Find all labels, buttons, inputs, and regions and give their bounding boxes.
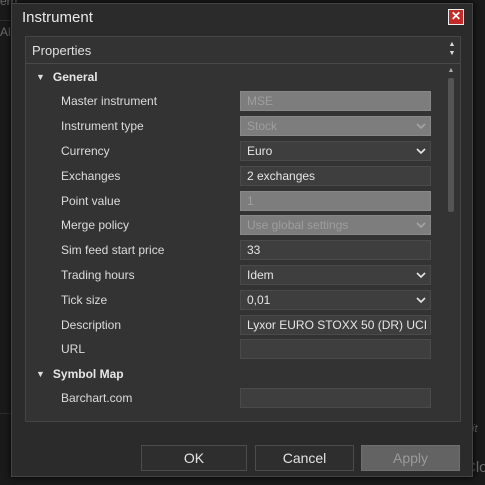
chevron-down-icon[interactable] xyxy=(416,291,426,309)
chevron-down-icon[interactable] xyxy=(416,266,426,284)
properties-header: Properties ▲ ▼ xyxy=(26,37,460,64)
url-field[interactable] xyxy=(240,339,431,360)
point-value-field: 1 xyxy=(240,190,431,211)
arrow-down-icon[interactable]: ▼ xyxy=(447,49,457,58)
dialog-titlebar[interactable]: Instrument ✕ xyxy=(12,4,472,30)
property-row-barchart-com: Barchart.com xyxy=(26,386,446,411)
property-row-exchanges: Exchanges 2 exchanges xyxy=(26,163,446,188)
property-label: Master instrument xyxy=(61,94,158,109)
scroll-up-icon[interactable]: ▲ xyxy=(446,67,456,77)
property-row-merge-policy: Merge policy Use global settings xyxy=(26,213,446,238)
property-value: MSE xyxy=(247,94,274,109)
property-value: Use global settings xyxy=(247,218,349,233)
sim-feed-start-price-field[interactable]: 33 xyxy=(240,240,431,261)
property-grid: ▼ General Master instrument MSE Instrument t… xyxy=(26,65,446,411)
ok-button[interactable]: OK xyxy=(141,445,247,471)
property-row-tick-size: Tick size 0,01 xyxy=(26,287,446,312)
property-row-url: URL xyxy=(26,337,446,362)
merge-policy-select: Use global settings xyxy=(240,215,431,236)
arrow-up-icon[interactable]: ▲ xyxy=(447,40,457,49)
property-value: Lyxor EURO STOXX 50 (DR) UCI xyxy=(247,317,428,332)
dialog-title: Instrument xyxy=(22,8,93,26)
description-field[interactable]: Lyxor EURO STOXX 50 (DR) UCI xyxy=(240,314,431,335)
property-value: 2 exchanges xyxy=(247,168,316,183)
chevron-down-icon xyxy=(416,117,426,135)
property-label: Exchanges xyxy=(61,168,121,183)
master-instrument-field: MSE xyxy=(240,91,431,112)
property-label: Barchart.com xyxy=(61,391,133,406)
instrument-dialog: Instrument ✕ Properties ▲ ▼ ▼ General Mast… xyxy=(11,3,473,477)
chevron-down-icon[interactable] xyxy=(416,142,426,160)
property-label: Description xyxy=(61,317,122,332)
property-row-trading-hours: Trading hours Idem xyxy=(26,263,446,288)
instrument-type-select: Stock xyxy=(240,116,431,137)
section-title: General xyxy=(52,70,98,84)
property-label: URL xyxy=(61,342,86,357)
properties-panel: Properties ▲ ▼ ▼ General Master instrument… xyxy=(25,36,461,422)
section-symbol-map[interactable]: ▼ Symbol Map xyxy=(26,362,446,386)
triangle-down-icon[interactable]: ▼ xyxy=(36,369,45,379)
apply-button[interactable]: Apply xyxy=(361,445,460,471)
property-row-description: Description Lyxor EURO STOXX 50 (DR) UCI xyxy=(26,312,446,337)
cancel-button[interactable]: Cancel xyxy=(255,445,354,471)
property-label: Trading hours xyxy=(61,267,135,282)
barchart-com-field[interactable] xyxy=(240,388,431,409)
background-divider xyxy=(0,20,11,21)
background-divider xyxy=(0,413,11,414)
property-row-currency: Currency Euro xyxy=(26,139,446,164)
properties-header-label: Properties xyxy=(32,42,92,58)
property-value: Stock xyxy=(247,119,278,134)
property-value: 33 xyxy=(247,243,261,258)
property-value: 0,01 xyxy=(247,292,271,307)
tick-size-select[interactable]: 0,01 xyxy=(240,289,431,310)
property-label: Sim feed start price xyxy=(61,243,165,258)
scrollbar-thumb[interactable] xyxy=(448,78,454,212)
property-row-sim-feed-start-price: Sim feed start price 33 xyxy=(26,238,446,263)
exchanges-field[interactable]: 2 exchanges xyxy=(240,165,431,186)
property-label: Merge policy xyxy=(61,218,130,233)
property-row-instrument-type: Instrument type Stock xyxy=(26,114,446,139)
property-row-master-instrument: Master instrument MSE xyxy=(26,89,446,114)
triangle-down-icon[interactable]: ▼ xyxy=(36,72,45,82)
property-value: 1 xyxy=(247,193,254,208)
close-icon[interactable]: ✕ xyxy=(448,9,464,25)
property-label: Tick size xyxy=(61,292,108,307)
header-scroll-arrows[interactable]: ▲ ▼ xyxy=(447,40,457,58)
property-label: Point value xyxy=(61,193,121,208)
trading-hours-select[interactable]: Idem xyxy=(240,264,431,285)
property-value: Idem xyxy=(247,267,274,282)
section-general[interactable]: ▼ General xyxy=(26,65,446,89)
property-row-point-value: Point value 1 xyxy=(26,188,446,213)
vertical-scrollbar[interactable]: ▲ xyxy=(446,67,456,421)
chevron-down-icon xyxy=(416,216,426,234)
currency-select[interactable]: Euro xyxy=(240,140,431,161)
section-title: Symbol Map xyxy=(52,366,124,381)
property-label: Instrument type xyxy=(61,119,144,134)
property-label: Currency xyxy=(61,143,110,158)
property-value: Euro xyxy=(247,143,273,158)
